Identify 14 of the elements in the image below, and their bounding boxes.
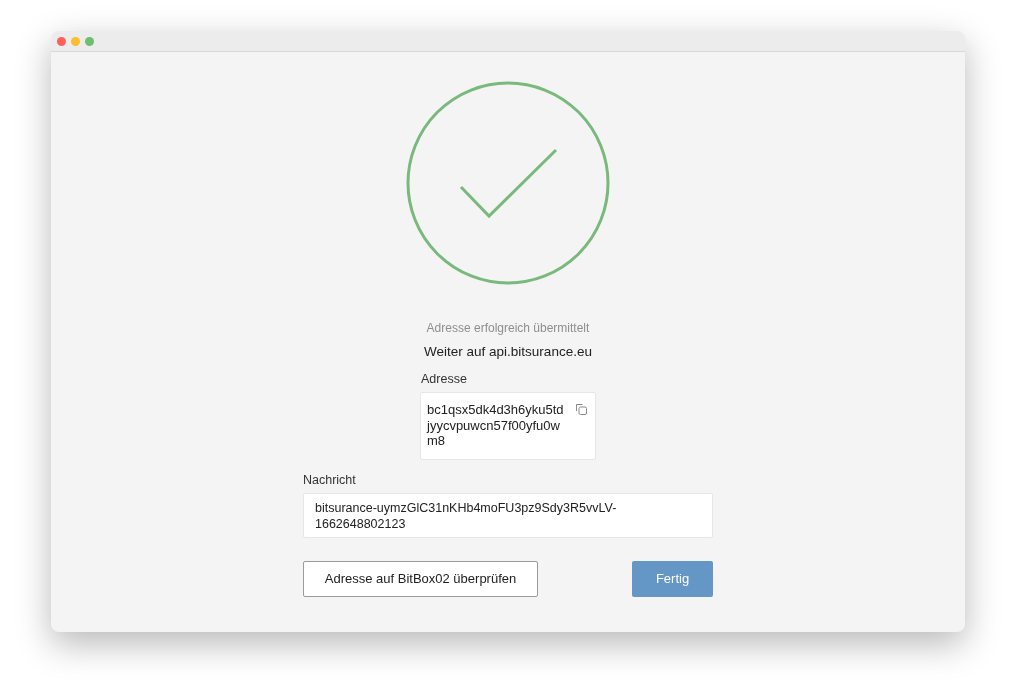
window-zoom-icon[interactable] bbox=[85, 36, 94, 46]
address-value: bc1qsx5dk4d3h6yku5tdjyycvpuwcn57f00yfu0wm8 bbox=[427, 402, 564, 449]
field-label: Adresse bbox=[420, 371, 468, 387]
address-field[interactable]: bc1qsx5dk4d3h6yku5tdjyycvpuwcn57f00yfu0wm8 bbox=[420, 392, 596, 460]
copy-icon[interactable] bbox=[576, 404, 587, 415]
redirect-text: Weiter auf api.bitsurance.eu bbox=[424, 343, 592, 361]
message-value: bitsurance-uymzGlC31nKHb4moFU3pz9Sdy3R5vvLV-1662648802123 bbox=[315, 500, 618, 532]
status-title: Adresse erfolgreich übermittelt bbox=[426, 320, 590, 336]
window-minimize-icon[interactable] bbox=[71, 36, 80, 46]
field-label: Nachricht bbox=[303, 472, 357, 488]
message-field[interactable]: bitsurance-uymzGlC31nKHb4moFU3pz9Sdy3R5vvLV-1662648802123 bbox=[303, 493, 713, 538]
verify-button[interactable]: Adresse auf BitBox02 überprüfen bbox=[303, 561, 538, 597]
success-checkmark-icon bbox=[406, 81, 610, 285]
window-close-icon[interactable] bbox=[57, 36, 66, 46]
